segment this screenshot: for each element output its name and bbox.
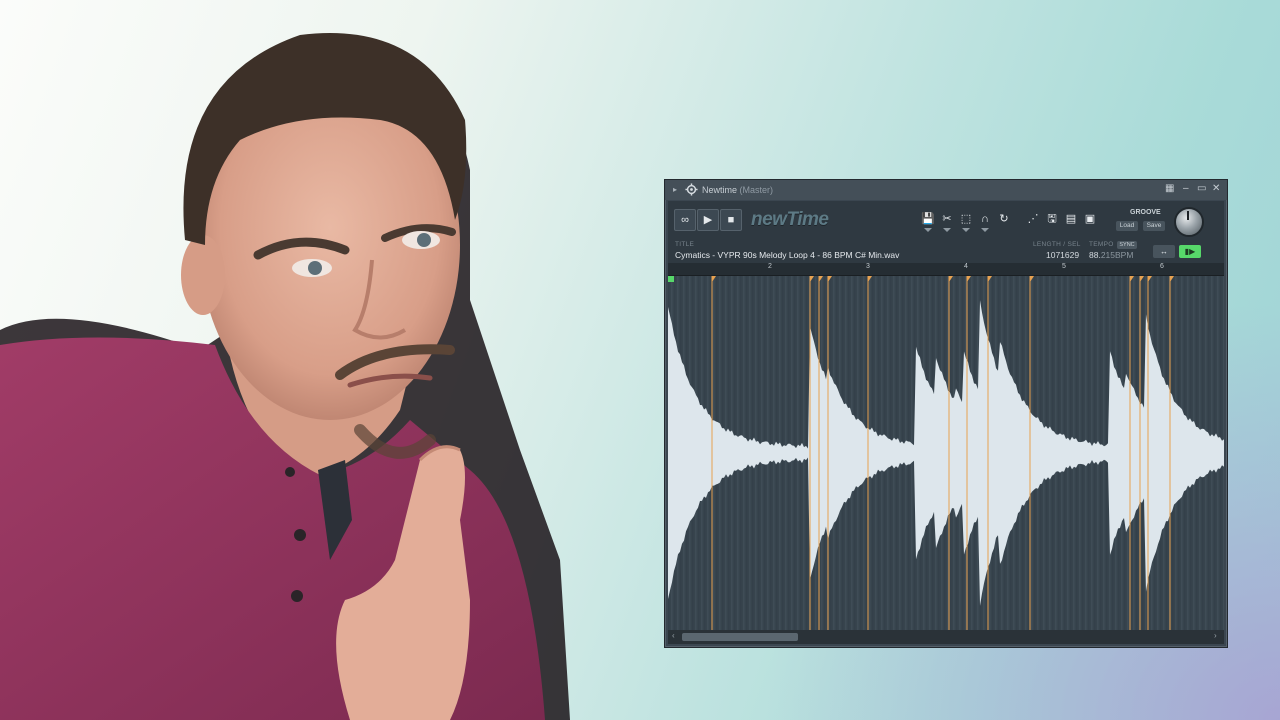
- groove-save-button[interactable]: Save: [1143, 221, 1165, 231]
- scroll-left-icon[interactable]: ‹: [672, 631, 675, 640]
- maximize-icon[interactable]: ▭: [1197, 183, 1206, 194]
- ruler-bar-label: 3: [866, 263, 870, 270]
- scroll-right-icon[interactable]: ›: [1214, 631, 1217, 640]
- slice-icon[interactable]: ▣: [1082, 210, 1098, 228]
- start-marker: [668, 276, 674, 282]
- export-icon[interactable]: 🖫: [1044, 210, 1060, 228]
- select-icon[interactable]: ⬚: [958, 210, 974, 232]
- tempo-value[interactable]: 88.215BPM: [1089, 250, 1133, 260]
- scroll-thumb[interactable]: [682, 633, 798, 641]
- ruler-bar-label: 5: [1062, 263, 1066, 270]
- play-button[interactable]: ▶: [697, 209, 719, 231]
- toolbar: ∞ ▶ ■ newTime 💾 ✂ ⬚ ∩ ↻ ⋰ 🖫 ▤ ▣ GROOVE L…: [668, 201, 1224, 241]
- gear-icon[interactable]: [685, 183, 698, 196]
- ruler-bar-label: 4: [964, 263, 968, 270]
- loop-button[interactable]: ∞: [674, 209, 696, 231]
- cut-icon[interactable]: ✂: [939, 210, 955, 232]
- tempo-label: TEMPO: [1089, 241, 1114, 248]
- undo-icon[interactable]: ↻: [996, 210, 1012, 228]
- length-value: 1071629: [1046, 250, 1080, 260]
- ruler-bar-label: 2: [768, 263, 772, 270]
- horizontal-scrollbar[interactable]: ‹ ›: [668, 630, 1224, 644]
- stop-button[interactable]: ■: [720, 209, 742, 231]
- curve-icon[interactable]: ⋰: [1025, 210, 1041, 228]
- play-marker-icon[interactable]: ▮▶: [1179, 245, 1201, 258]
- sample-filename: Cymatics - VYPR 90s Melody Loop 4 - 86 B…: [675, 250, 900, 260]
- file-icon[interactable]: ▤: [1063, 210, 1079, 228]
- link-icon[interactable]: ↔: [1153, 245, 1175, 258]
- info-bar: TITLE Cymatics - VYPR 90s Melody Loop 4 …: [668, 241, 1224, 263]
- minimize-icon[interactable]: –: [1183, 183, 1189, 194]
- ruler-bar-label: 6: [1160, 263, 1164, 270]
- groove-knob[interactable]: [1174, 207, 1204, 237]
- length-label: LENGTH / SEL: [1033, 241, 1081, 248]
- window-titlebar[interactable]: ▸ Newtime (Master) ▦ – ▭ ✕: [665, 180, 1227, 200]
- newtime-logo: newTime: [751, 209, 829, 230]
- magnet-icon[interactable]: ∩: [977, 210, 993, 232]
- keyboard-icon[interactable]: ▦: [1165, 183, 1174, 194]
- timeline-ruler[interactable]: 2 3 4 5 6: [668, 263, 1224, 276]
- save-icon[interactable]: 💾: [920, 210, 936, 232]
- waveform-view[interactable]: [668, 276, 1224, 630]
- groove-label: GROOVE: [1130, 209, 1161, 216]
- collapse-arrow-icon[interactable]: ▸: [673, 185, 677, 194]
- groove-load-button[interactable]: Load: [1116, 221, 1138, 231]
- sync-button[interactable]: SYNC: [1117, 241, 1137, 249]
- close-icon[interactable]: ✕: [1212, 183, 1220, 194]
- newtime-plugin-window: ▸ Newtime (Master) ▦ – ▭ ✕ ∞ ▶ ■ newTime…: [664, 179, 1228, 648]
- audio-waveform: [668, 300, 1224, 606]
- person-photo: [0, 33, 570, 720]
- window-title: Newtime (Master): [702, 185, 774, 195]
- title-label: TITLE: [675, 241, 695, 248]
